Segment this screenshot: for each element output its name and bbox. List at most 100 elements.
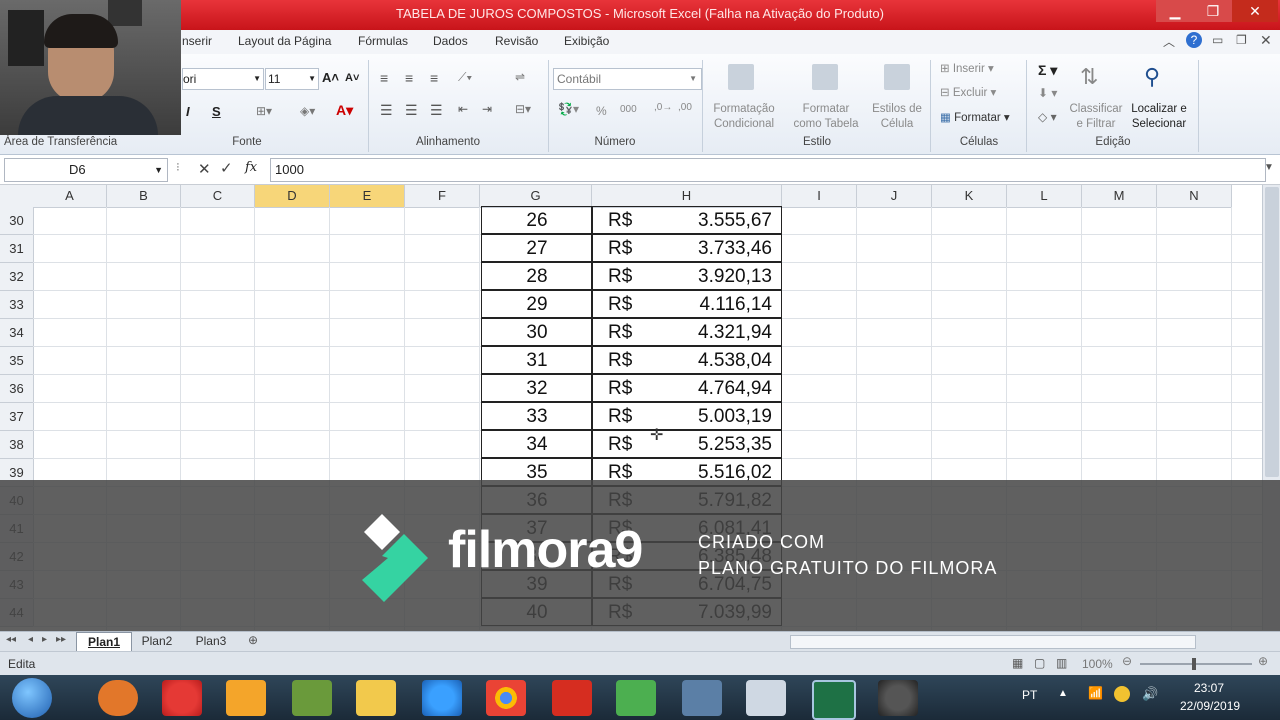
grow-font-icon[interactable]: A˄ [322,70,339,85]
row-header[interactable]: 32 [0,263,34,291]
confirm-entry-icon[interactable]: ✓ [220,159,233,177]
align-top-icon[interactable]: ≡ [380,70,388,86]
clear-icon[interactable]: ◇ ▾ [1038,110,1057,124]
row-header[interactable]: 35 [0,347,34,375]
increase-indent-icon[interactable]: ⇥ [482,102,492,116]
column-header-m[interactable]: M [1082,185,1157,208]
normal-view-icon[interactable]: ▦ [1012,656,1023,670]
column-header-b[interactable]: B [107,185,181,208]
align-bottom-icon[interactable]: ≡ [430,70,438,86]
expand-icon[interactable]: ⁝ [176,160,180,174]
sheet-tab-plan3[interactable]: Plan3 [186,633,236,649]
minecraft-icon[interactable] [292,680,332,716]
sheet-tab-plan2[interactable]: Plan2 [132,633,182,649]
taskbar-app-icon[interactable] [98,680,138,716]
sheet-tab-plan1[interactable]: Plan1 [76,632,132,652]
sheet-nav-first-icon[interactable]: ◂◂ [6,634,16,645]
increase-decimal-icon[interactable]: ,0→ [654,102,672,113]
borders-icon[interactable]: ⊞▾ [256,104,272,118]
language-indicator[interactable]: PT [1022,688,1037,702]
start-button[interactable] [12,678,52,718]
clock-time[interactable]: 23:07 [1194,681,1224,695]
name-box[interactable]: D6 ▼ [4,158,168,182]
volume-icon[interactable]: 🔊 [1142,686,1158,702]
column-header-f[interactable]: F [405,185,480,208]
column-header-k[interactable]: K [932,185,1007,208]
orientation-icon[interactable]: ⟋▾ [458,70,472,85]
page-break-view-icon[interactable]: ▥ [1056,656,1067,670]
merge-center-icon[interactable]: ⊟▾ [515,102,531,116]
help-icon[interactable]: ? [1186,32,1202,48]
scrollbar-thumb[interactable] [1265,187,1279,477]
row-header[interactable]: 37 [0,403,34,431]
clock-date[interactable]: 22/09/2019 [1180,699,1240,713]
horizontal-scrollbar[interactable] [790,635,1196,649]
opera-icon[interactable] [162,680,202,716]
among-us-icon[interactable] [552,680,592,716]
column-header-a[interactable]: A [33,185,107,208]
column-header-c[interactable]: C [181,185,255,208]
zoom-in-icon[interactable]: ⊕ [1258,654,1268,668]
column-header-d[interactable]: D [255,185,330,208]
row-header[interactable]: 38 [0,431,34,459]
tab-insert[interactable]: nserir [182,34,212,48]
fill-color-icon[interactable]: ◈▾ [300,104,315,118]
align-left-icon[interactable]: ☰ [380,102,393,119]
tab-data[interactable]: Dados [433,34,468,48]
column-header-n[interactable]: N [1157,185,1232,208]
minimize-button[interactable]: ▁ [1156,0,1194,22]
underline-button[interactable]: S [212,104,221,119]
select-all-corner[interactable] [0,185,34,208]
find-select-button[interactable]: Localizar e Selecionar [1124,102,1194,132]
tab-review[interactable]: Revisão [495,34,538,48]
font-size-select[interactable]: 11 ▼ [265,68,319,90]
new-sheet-icon[interactable]: ⊕ [248,633,258,647]
row-header[interactable]: 31 [0,235,34,263]
restore-button[interactable]: ❐ [1194,0,1232,22]
chrome-icon[interactable] [486,680,526,716]
column-header-i[interactable]: I [782,185,857,208]
insert-function-icon[interactable]: fx [245,160,257,175]
font-color-icon[interactable]: A▾ [336,102,353,119]
align-right-icon[interactable]: ☰ [430,102,443,119]
formula-input[interactable]: 1000 [270,158,1266,182]
ribbon-restore-icon[interactable]: ❐ [1236,33,1247,47]
row-header[interactable]: 33 [0,291,34,319]
bluestacks-icon[interactable] [616,680,656,716]
font-name-select[interactable]: ori ▼ [182,68,264,90]
decrease-decimal-icon[interactable]: ,00 [678,102,692,113]
row-header[interactable]: 30 [0,207,34,235]
internet-explorer-icon[interactable] [422,680,462,716]
accounting-format-icon[interactable]: 💱▾ [558,102,579,116]
sheet-nav-last-icon[interactable]: ▸▸ [56,634,66,645]
row-header[interactable]: 34 [0,319,34,347]
column-header-g[interactable]: G [480,185,592,208]
notepad-icon[interactable] [746,680,786,716]
conditional-format-button[interactable]: Formatação Condicional [704,102,784,132]
italic-button[interactable]: I [186,104,190,119]
tab-page-layout[interactable]: Layout da Página [238,34,331,48]
network-icon[interactable]: 📶 [1088,686,1103,700]
align-center-icon[interactable]: ☰ [405,102,418,119]
shrink-font-icon[interactable]: A˅ [345,72,359,84]
delete-cells-button[interactable]: ⊟ Excluir ▾ [940,86,996,101]
sheet-nav-prev-icon[interactable]: ◂ [28,634,33,645]
cell-styles-button[interactable]: Estilos de Célula [866,102,928,132]
fill-icon[interactable]: ⬇ ▾ [1038,86,1057,100]
page-layout-view-icon[interactable]: ▢ [1034,656,1045,670]
ribbon-close-icon[interactable]: ✕ [1260,32,1272,49]
insert-cells-button[interactable]: ⊞ Inserir ▾ [940,62,994,77]
app-icon[interactable] [682,680,722,716]
zoom-slider-thumb[interactable] [1192,658,1196,670]
percent-icon[interactable]: % [596,104,607,118]
align-middle-icon[interactable]: ≡ [405,70,413,86]
tray-expand-icon[interactable]: ▲ [1058,688,1068,699]
column-header-l[interactable]: L [1007,185,1082,208]
formula-expand-icon[interactable]: ▼ [1264,162,1274,173]
tab-formulas[interactable]: Fórmulas [358,34,408,48]
number-format-select[interactable]: Contábil ▼ [553,68,702,90]
column-header-j[interactable]: J [857,185,932,208]
format-cells-button[interactable]: ▦ Formatar ▾ [940,110,1010,124]
close-button[interactable]: ✕ [1232,0,1278,22]
wrap-text-icon[interactable]: ⇌ [515,70,525,84]
